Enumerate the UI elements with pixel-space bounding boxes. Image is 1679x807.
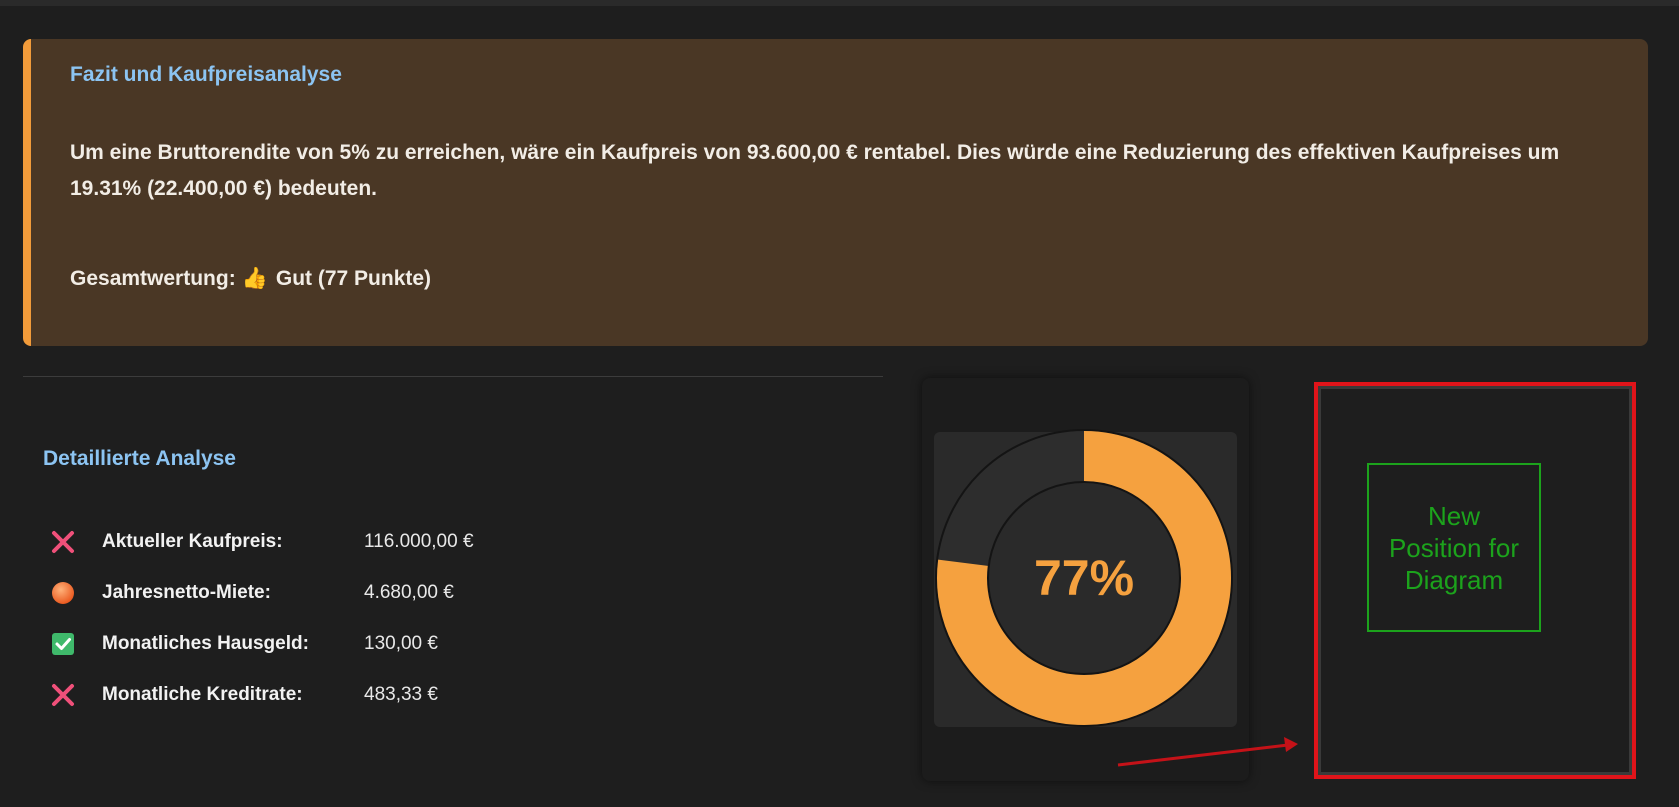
analysis-title: Detaillierte Analyse: [43, 447, 236, 470]
cross-icon: [48, 527, 78, 557]
rating-value: Gut (77 Punkte): [275, 267, 432, 290]
analysis-row-kreditrate: Monatliche Kreditrate: 483,33 €: [48, 669, 474, 720]
row-label: Monatliche Kreditrate:: [102, 683, 303, 705]
analysis-list: Aktueller Kaufpreis: 116.000,00 € Jahres…: [48, 516, 474, 720]
new-position-label: New Position for Diagram: [1388, 500, 1520, 595]
summary-text-part1: Um eine Bruttorendite von 5% zu erreiche…: [70, 141, 747, 164]
overall-rating: Gesamtwertung: 👍 Gut (77 Punkte): [70, 267, 431, 291]
row-value: 483,33 €: [364, 683, 438, 705]
score-donut-card: 77%: [922, 378, 1249, 781]
reduction-percent: 19.31%: [70, 177, 142, 200]
score-donut-chart: 77%: [934, 429, 1237, 727]
cross-icon: [48, 680, 78, 710]
check-box-icon: [48, 629, 78, 659]
summary-text: Um eine Bruttorendite von 5% zu erreiche…: [70, 135, 1590, 207]
row-value: 4.680,00 €: [364, 581, 454, 603]
divider: [23, 376, 883, 377]
thumbs-up-icon: 👍: [241, 267, 268, 290]
arrow-head-icon: [1284, 737, 1298, 752]
analysis-row-miete: Jahresnetto-Miete: 4.680,00 €: [48, 567, 474, 618]
analysis-row-kaufpreis: Aktueller Kaufpreis: 116.000,00 €: [48, 516, 474, 567]
summary-text-part3: (22.400,00 €) bedeuten.: [141, 177, 378, 200]
target-price: 93.600,00 €: [746, 141, 858, 164]
row-value: 116.000,00 €: [364, 530, 474, 552]
row-label: Monatliches Hausgeld:: [102, 632, 309, 654]
row-value: 130,00 €: [364, 632, 438, 654]
summary-box: Fazit und Kaufpreisanalyse Um eine Brutt…: [23, 39, 1648, 346]
orange-circle-icon: [48, 578, 78, 608]
rating-label: Gesamtwertung:: [70, 267, 236, 290]
top-strip: [0, 0, 1679, 6]
analysis-row-hausgeld: Monatliches Hausgeld: 130,00 €: [48, 618, 474, 669]
donut-percent-label: 77%: [1034, 550, 1134, 606]
summary-text-part2: rentabel. Dies würde eine Reduzierung de…: [857, 141, 1560, 164]
new-position-box: New Position for Diagram: [1367, 463, 1541, 632]
summary-title: Fazit und Kaufpreisanalyse: [70, 63, 342, 86]
row-label: Aktueller Kaufpreis:: [102, 530, 283, 552]
row-label: Jahresnetto-Miete:: [102, 581, 271, 603]
